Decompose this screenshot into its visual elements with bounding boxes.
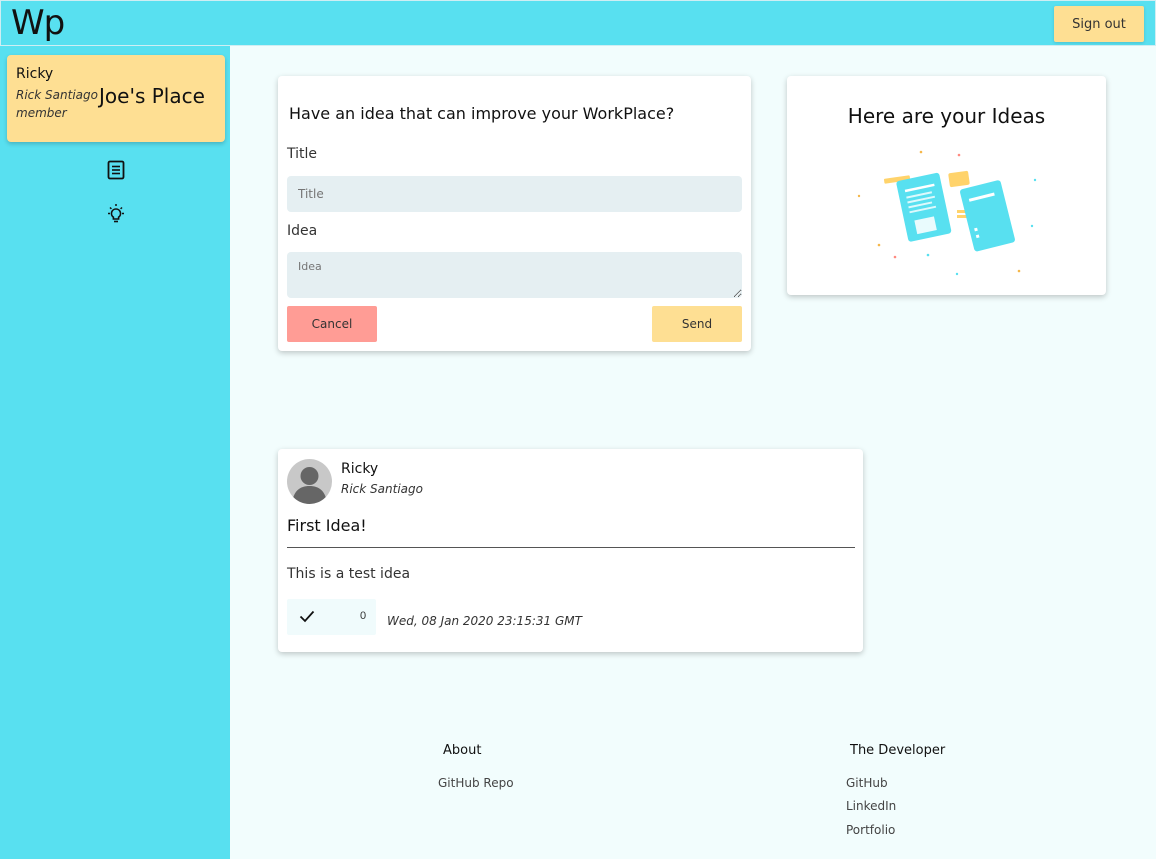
github-link[interactable]: GitHub <box>846 776 888 790</box>
form-heading: Have an idea that can improve your WorkP… <box>289 104 675 123</box>
main-content: Have an idea that can improve your WorkP… <box>230 46 1156 859</box>
approval-count: 0 <box>360 610 367 622</box>
profile-card: Ricky Rick Santiago member Joe's Place <box>7 55 225 142</box>
author-full-name: Rick Santiago <box>341 482 423 496</box>
app-logo: Wp <box>11 3 65 43</box>
profile-name: Ricky <box>16 66 54 82</box>
author-name: Ricky <box>341 461 379 477</box>
footer-developer-heading: The Developer <box>850 743 946 758</box>
checkmark-icon <box>299 610 315 623</box>
portfolio-link[interactable]: Portfolio <box>846 823 895 837</box>
new-idea-form: Have an idea that can improve your WorkP… <box>278 76 751 351</box>
ideas-heading: Here are your Ideas <box>847 104 1046 128</box>
avatar <box>287 459 332 504</box>
top-bar: Wp Sign out <box>0 0 1156 46</box>
idea-title: First Idea! <box>287 516 367 535</box>
documents-illustration <box>857 150 1037 276</box>
idea-textarea[interactable] <box>287 252 742 298</box>
lightbulb-icon[interactable] <box>105 203 127 225</box>
divider <box>287 547 855 548</box>
linkedin-link[interactable]: LinkedIn <box>846 799 896 813</box>
footer-about-heading: About <box>443 743 482 758</box>
idea-card: Ricky Rick Santiago First Idea! This is … <box>278 449 863 652</box>
workplace-name: Joe's Place <box>99 84 205 108</box>
title-input[interactable] <box>287 176 742 212</box>
profile-role: member <box>16 106 67 120</box>
idea-body: This is a test idea <box>287 566 411 582</box>
approve-button[interactable]: 0 <box>287 599 376 635</box>
sidebar: Ricky Rick Santiago member Joe's Place <box>0 46 230 859</box>
cancel-button[interactable]: Cancel <box>287 306 377 342</box>
sign-out-button[interactable]: Sign out <box>1054 6 1144 42</box>
profile-full-name: Rick Santiago <box>16 88 98 102</box>
github-repo-link[interactable]: GitHub Repo <box>438 776 514 790</box>
idea-label: Idea <box>287 223 318 239</box>
ideas-panel[interactable]: Here are your Ideas <box>787 76 1106 295</box>
title-label: Title <box>287 146 318 162</box>
user-silhouette-icon <box>292 467 327 504</box>
document-list-icon[interactable] <box>105 159 127 181</box>
idea-date: Wed, 08 Jan 2020 23:15:31 GMT <box>387 614 582 628</box>
send-button[interactable]: Send <box>652 306 742 342</box>
